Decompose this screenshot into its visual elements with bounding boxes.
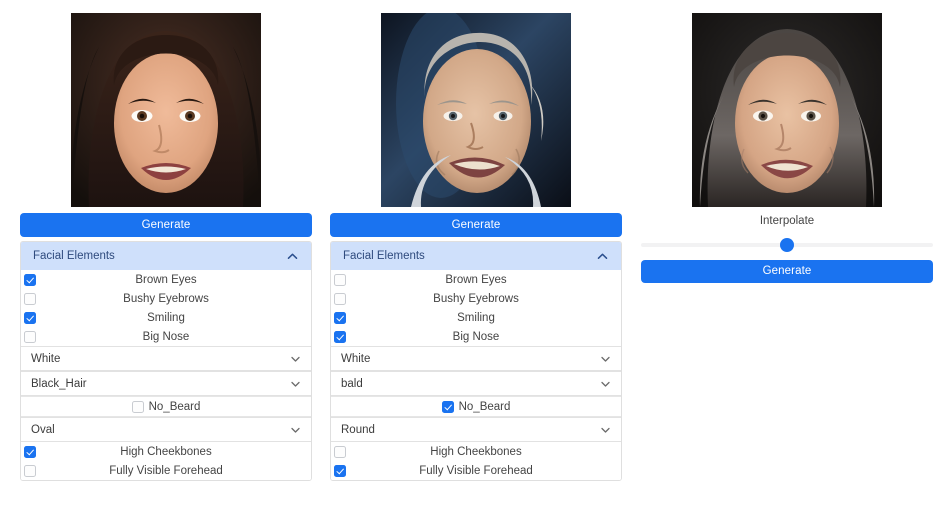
portrait-image-source-b [381, 13, 571, 207]
checkbox-label-no-beard-source-a: No_Beard [148, 400, 201, 413]
chevron-down-icon[interactable] [600, 353, 611, 364]
checkbox-label-smiling-source-a: Smiling [147, 311, 185, 324]
checkbox-row-brown-eyes-source-b[interactable]: Brown Eyes [331, 270, 621, 289]
portrait-image-source-a [71, 13, 261, 207]
interpolate-column: Interpolate Generate [641, 0, 933, 283]
generate-button-source-b[interactable]: Generate [330, 213, 622, 237]
face-shape-select-source-b[interactable]: Round [331, 417, 621, 442]
facial-elements-panel-source-a: Facial Elements Brown Eyes Bushy Eyebrow… [20, 241, 312, 481]
checkbox-label-bushy-eyebrows-source-a: Bushy Eyebrows [123, 292, 209, 305]
checkbox-bushy-eyebrows-source-a[interactable] [24, 292, 36, 305]
interpolate-label: Interpolate [759, 215, 815, 227]
interpolate-slider[interactable] [641, 238, 933, 252]
chevron-down-icon[interactable] [290, 424, 301, 435]
checkbox-big-nose-source-b[interactable] [334, 330, 346, 343]
checkbox-label-bushy-eyebrows-source-b: Bushy Eyebrows [433, 292, 519, 305]
checkbox-row-no-beard-source-b[interactable]: No_Beard [331, 396, 621, 417]
face-column-source-b: Generate Facial Elements Brown Eyes Bush… [330, 0, 622, 481]
facial-elements-panel-source-b: Facial Elements Brown Eyes Bushy Eyebrow… [330, 241, 622, 481]
checkbox-label-smiling-source-b: Smiling [457, 311, 495, 324]
checkbox-brown-eyes-source-a[interactable] [24, 273, 36, 286]
checkbox-high-cheekbones-source-a[interactable] [24, 445, 36, 458]
checkbox-label-big-nose-source-a: Big Nose [142, 330, 190, 343]
face-shape-value-source-a: Oval [31, 423, 55, 436]
checkbox-brown-eyes-source-b[interactable] [334, 273, 346, 286]
chevron-down-icon[interactable] [290, 353, 301, 364]
checkbox-fully-visible-forehead-source-b[interactable] [334, 464, 346, 477]
checkbox-row-fully-visible-forehead-source-b[interactable]: Fully Visible Forehead [331, 461, 621, 480]
portrait-wrap-source-b [330, 0, 622, 207]
checkbox-label-brown-eyes-source-b: Brown Eyes [445, 273, 507, 286]
hair-value-source-a: Black_Hair [31, 377, 87, 390]
checkbox-row-big-nose-source-a[interactable]: Big Nose [21, 327, 311, 346]
checkbox-row-smiling-source-a[interactable]: Smiling [21, 308, 311, 327]
face-shape-select-source-a[interactable]: Oval [21, 417, 311, 442]
checkbox-bushy-eyebrows-source-b[interactable] [334, 292, 346, 305]
interpolate-slider-thumb[interactable] [780, 238, 794, 252]
checkbox-row-high-cheekbones-source-a[interactable]: High Cheekbones [21, 442, 311, 461]
checkbox-label-brown-eyes-source-a: Brown Eyes [135, 273, 197, 286]
chevron-down-icon[interactable] [290, 378, 301, 389]
app-root: Generate Facial Elements Brown Eyes Bush… [0, 0, 942, 521]
checkbox-label-no-beard-source-b: No_Beard [458, 400, 511, 413]
checkbox-row-bushy-eyebrows-source-a[interactable]: Bushy Eyebrows [21, 289, 311, 308]
skin-tone-value-source-b: White [341, 352, 371, 365]
face-shape-value-source-b: Round [341, 423, 375, 436]
checkbox-row-smiling-source-b[interactable]: Smiling [331, 308, 621, 327]
skin-tone-value-source-a: White [31, 352, 61, 365]
generate-button-interpolate[interactable]: Generate [641, 260, 933, 283]
chevron-up-icon[interactable] [286, 250, 299, 263]
checkbox-row-big-nose-source-b[interactable]: Big Nose [331, 327, 621, 346]
generate-button-source-a[interactable]: Generate [20, 213, 312, 237]
checkbox-fully-visible-forehead-source-a[interactable] [24, 464, 36, 477]
facial-elements-title-source-a: Facial Elements [33, 250, 115, 262]
checkbox-no-beard-source-a[interactable] [131, 400, 144, 413]
checkbox-label-big-nose-source-b: Big Nose [452, 330, 500, 343]
checkbox-high-cheekbones-source-b[interactable] [334, 445, 346, 458]
portrait-image-interpolate [692, 13, 882, 207]
checkbox-smiling-source-b[interactable] [334, 311, 346, 324]
chevron-down-icon[interactable] [600, 378, 611, 389]
checkbox-row-high-cheekbones-source-b[interactable]: High Cheekbones [331, 442, 621, 461]
chevron-up-icon[interactable] [596, 250, 609, 263]
skin-tone-select-source-b[interactable]: White [331, 346, 621, 371]
portrait-wrap-source-a [20, 0, 312, 207]
chevron-down-icon[interactable] [600, 424, 611, 435]
checkbox-row-fully-visible-forehead-source-a[interactable]: Fully Visible Forehead [21, 461, 311, 480]
checkbox-big-nose-source-a[interactable] [24, 330, 36, 343]
hair-select-source-b[interactable]: bald [331, 371, 621, 396]
checkbox-row-no-beard-source-a[interactable]: No_Beard [21, 396, 311, 417]
facial-elements-title-source-b: Facial Elements [343, 250, 425, 262]
face-column-source-a: Generate Facial Elements Brown Eyes Bush… [20, 0, 312, 481]
checkbox-label-fully-visible-forehead-source-b: Fully Visible Forehead [419, 464, 533, 477]
hair-select-source-a[interactable]: Black_Hair [21, 371, 311, 396]
facial-elements-accordion-header-source-a[interactable]: Facial Elements [21, 242, 311, 270]
checkbox-row-bushy-eyebrows-source-b[interactable]: Bushy Eyebrows [331, 289, 621, 308]
checkbox-smiling-source-a[interactable] [24, 311, 36, 324]
facial-elements-accordion-header-source-b[interactable]: Facial Elements [331, 242, 621, 270]
skin-tone-select-source-a[interactable]: White [21, 346, 311, 371]
portrait-wrap-interpolate [641, 0, 933, 207]
hair-value-source-b: bald [341, 377, 363, 390]
checkbox-label-fully-visible-forehead-source-a: Fully Visible Forehead [109, 464, 223, 477]
checkbox-no-beard-source-b[interactable] [441, 400, 454, 413]
checkbox-label-high-cheekbones-source-b: High Cheekbones [430, 445, 522, 458]
checkbox-label-high-cheekbones-source-a: High Cheekbones [120, 445, 212, 458]
checkbox-row-brown-eyes-source-a[interactable]: Brown Eyes [21, 270, 311, 289]
